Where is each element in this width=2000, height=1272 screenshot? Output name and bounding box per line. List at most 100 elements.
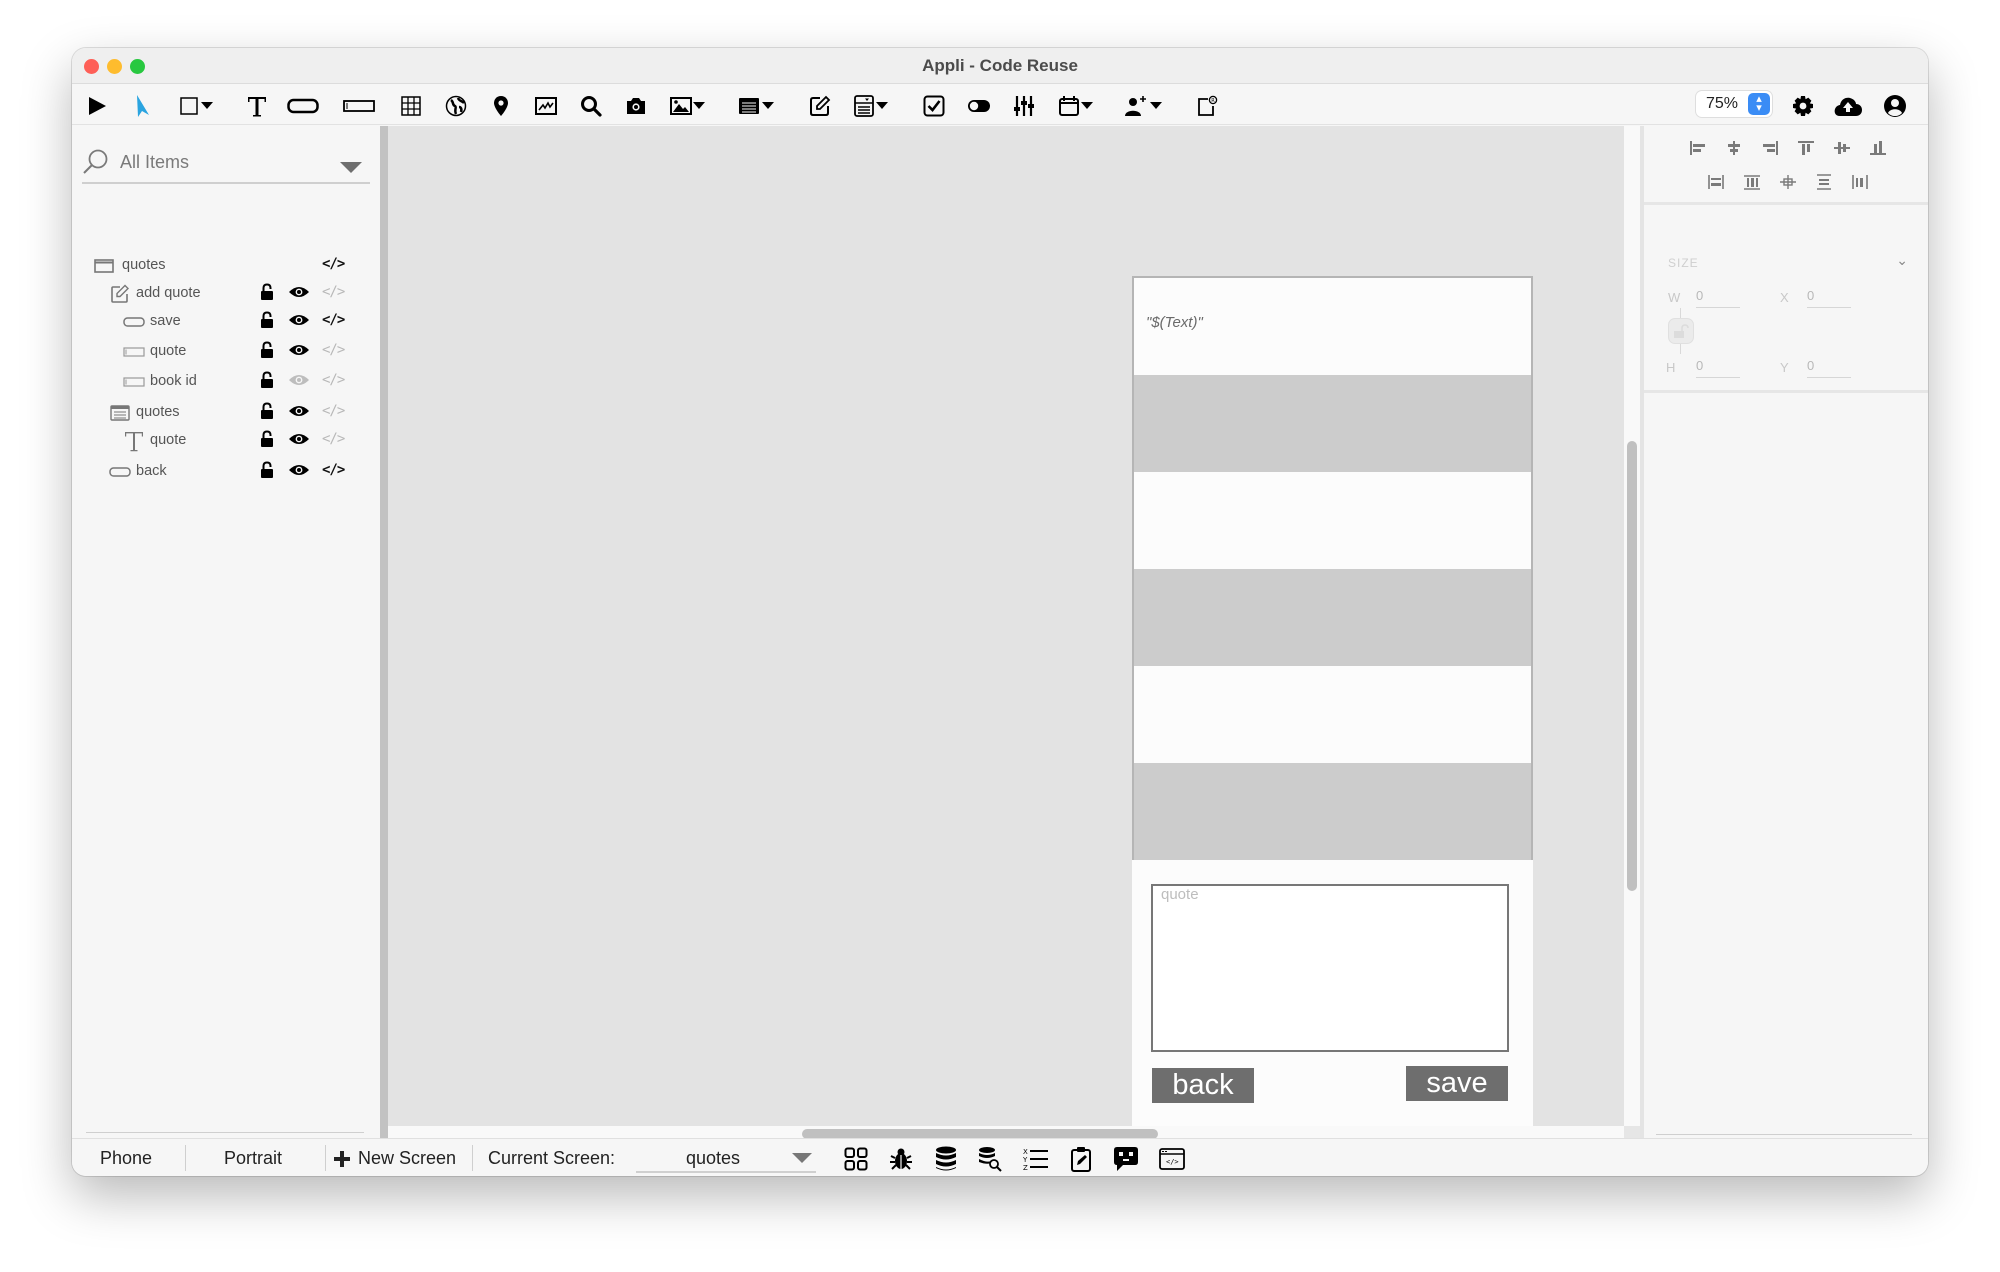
gear-icon[interactable]	[1790, 93, 1816, 119]
database-icon[interactable]	[932, 1145, 960, 1173]
list-row[interactable]	[1134, 375, 1531, 472]
eye-icon[interactable]	[288, 404, 310, 423]
globe-icon[interactable]	[443, 93, 469, 119]
unlock-icon[interactable]	[260, 371, 276, 394]
code-icon[interactable]: </>	[322, 372, 345, 388]
chevron-down-icon[interactable]: ⌄	[1896, 252, 1908, 269]
pointer-arrow-icon[interactable]	[129, 93, 155, 119]
image-icon[interactable]	[668, 93, 694, 119]
save-button[interactable]: save	[1406, 1066, 1508, 1101]
edit-form-icon[interactable]	[807, 93, 833, 119]
eye-hidden-icon[interactable]	[288, 373, 310, 392]
unlock-icon[interactable]	[260, 461, 276, 484]
items-filter[interactable]: All Items	[82, 140, 370, 184]
back-button[interactable]: back	[1152, 1068, 1254, 1103]
code-icon[interactable]: </>	[322, 312, 345, 328]
zoom-stepper[interactable]: ▴ ▾	[1748, 93, 1770, 115]
checkbox-icon[interactable]	[921, 93, 947, 119]
rectangle-icon[interactable]	[176, 93, 202, 119]
xyz-list-icon[interactable]: XYZ	[1022, 1145, 1050, 1173]
unlock-icon[interactable]	[260, 341, 276, 364]
map-pin-icon[interactable]	[488, 93, 514, 119]
layer-row[interactable]: book id </>	[72, 369, 372, 395]
phone-screen-preview[interactable]: "$(Text)" quote back save	[1132, 276, 1533, 1141]
user-dropdown-arrow[interactable]	[1149, 93, 1163, 119]
sliders-icon[interactable]	[1011, 93, 1037, 119]
eye-icon[interactable]	[288, 313, 310, 332]
space-evenly-horizontal-icon[interactable]	[1842, 170, 1878, 194]
layer-row[interactable]: quote </>	[72, 339, 372, 365]
center-both-icon[interactable]	[1770, 170, 1806, 194]
code-icon[interactable]: </>	[322, 431, 345, 447]
layer-row[interactable]: quote </>	[72, 428, 372, 454]
account-icon[interactable]	[1882, 93, 1908, 119]
distribute-horizontal-icon[interactable]	[1698, 170, 1734, 194]
code-icon[interactable]: </>	[322, 403, 345, 419]
picker-dropdown-arrow[interactable]	[875, 93, 889, 119]
quotes-list[interactable]: "$(Text)"	[1132, 276, 1533, 860]
button-shape-icon[interactable]	[286, 93, 320, 119]
zoom-level-select[interactable]: 75% ▴ ▾	[1696, 91, 1772, 117]
calendar-icon[interactable]	[1056, 93, 1082, 119]
cloud-upload-icon[interactable]	[1832, 93, 1864, 119]
text-t-icon[interactable]	[244, 93, 270, 119]
toggle-icon[interactable]	[966, 93, 992, 119]
camera-icon[interactable]	[623, 93, 649, 119]
unlock-icon[interactable]	[260, 430, 276, 453]
y-field[interactable]: 0	[1807, 354, 1851, 378]
list-dropdown-arrow[interactable]	[761, 93, 775, 119]
design-canvas[interactable]: "$(Text)" quote back save	[388, 126, 1624, 1141]
image-dropdown-arrow[interactable]	[692, 93, 706, 119]
add-user-icon[interactable]	[1123, 93, 1149, 119]
unlock-icon[interactable]	[260, 311, 276, 334]
eye-icon[interactable]	[288, 285, 310, 304]
chart-icon[interactable]	[533, 93, 559, 119]
orientation-selector[interactable]: Portrait	[224, 1148, 282, 1169]
calendar-dropdown-arrow[interactable]	[1080, 93, 1094, 119]
align-middle-vertical-icon[interactable]	[1824, 136, 1860, 160]
distribute-vertical-icon[interactable]	[1734, 170, 1770, 194]
grid-table-icon[interactable]	[398, 93, 424, 119]
list-row[interactable]	[1134, 472, 1531, 569]
width-field[interactable]: 0	[1696, 284, 1740, 308]
bug-icon[interactable]	[887, 1145, 915, 1173]
magnifier-icon[interactable]	[578, 93, 604, 119]
list-icon[interactable]	[736, 93, 762, 119]
code-icon[interactable]: </>	[322, 462, 345, 478]
unlock-icon[interactable]	[260, 283, 276, 306]
current-screen-select[interactable]: quotes	[636, 1143, 816, 1173]
x-field[interactable]: 0	[1807, 284, 1851, 308]
play-icon[interactable]	[84, 93, 110, 119]
code-icon[interactable]: </>	[322, 256, 345, 272]
code-icon[interactable]: </>	[322, 342, 345, 358]
layer-row[interactable]: quotes </>	[72, 400, 372, 426]
rectangle-dropdown-arrow[interactable]	[200, 93, 214, 119]
unlock-icon[interactable]	[260, 402, 276, 425]
picker-icon[interactable]	[851, 93, 877, 119]
sidebar-resize-handle[interactable]	[380, 126, 388, 1138]
layer-row[interactable]: back </>	[72, 459, 372, 485]
screens-grid-icon[interactable]	[842, 1145, 870, 1173]
layer-row[interactable]: save </>	[72, 309, 372, 335]
vertical-scroll-thumb[interactable]	[1627, 441, 1637, 891]
layer-row[interactable]: add quote </>	[72, 281, 372, 307]
list-row[interactable]	[1134, 569, 1531, 666]
device-selector[interactable]: Phone	[100, 1148, 152, 1169]
align-left-icon[interactable]	[1680, 136, 1716, 160]
database-search-icon[interactable]	[976, 1145, 1004, 1173]
eye-icon[interactable]	[288, 432, 310, 451]
text-field-icon[interactable]	[342, 93, 376, 119]
code-icon[interactable]: </>	[322, 284, 345, 300]
align-bottom-icon[interactable]	[1860, 136, 1896, 160]
align-center-horizontal-icon[interactable]	[1716, 136, 1752, 160]
align-right-icon[interactable]	[1752, 136, 1788, 160]
aspect-lock-icon[interactable]	[1668, 318, 1694, 344]
eye-icon[interactable]	[288, 463, 310, 482]
eye-icon[interactable]	[288, 343, 310, 362]
layer-row[interactable]: quotes </>	[72, 253, 372, 279]
list-row[interactable]: "$(Text)"	[1134, 278, 1531, 375]
web-code-icon[interactable]: </>	[1158, 1145, 1186, 1173]
filter-dropdown-arrow[interactable]	[340, 162, 362, 173]
list-row[interactable]	[1134, 666, 1531, 763]
chat-bot-icon[interactable]	[1112, 1145, 1140, 1173]
